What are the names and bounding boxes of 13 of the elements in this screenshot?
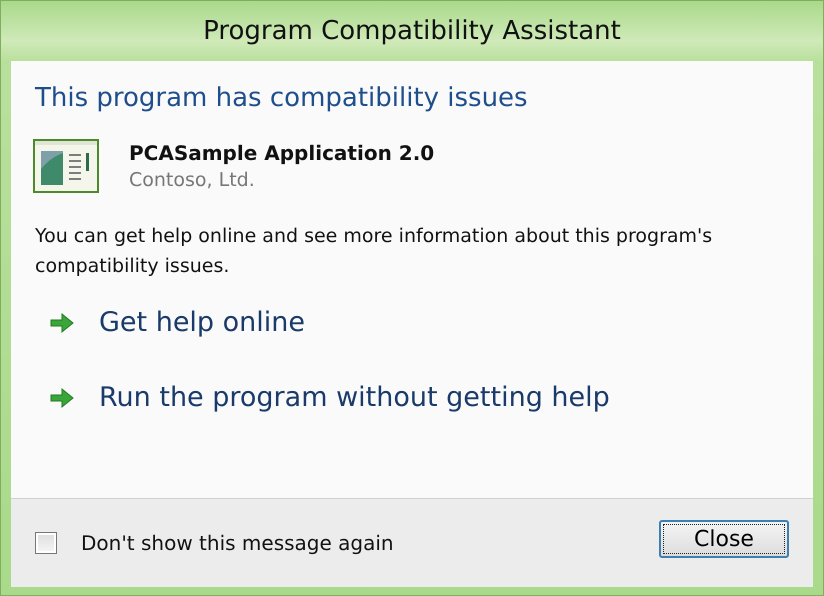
publisher-name: Contoso, Ltd.	[129, 169, 256, 191]
checkbox-label[interactable]: Don't show this message again	[81, 531, 394, 555]
arrow-icon	[49, 386, 75, 408]
arrow-icon	[49, 312, 75, 334]
command-link[interactable]: Run the program without getting help	[49, 382, 610, 413]
message-text: You can get help online and see more information about this program's compatibility issues.	[35, 224, 714, 279]
close-button[interactable]: Close	[659, 520, 789, 558]
command-link[interactable]: Get help online	[49, 307, 306, 338]
window-title: Program Compatibility Assistant	[203, 16, 621, 46]
application-window-icon	[33, 139, 99, 193]
checkbox[interactable]	[35, 532, 57, 554]
dialog-heading: This program has compatibility issues	[35, 83, 529, 113]
program-name: PCASample Application 2.0	[129, 141, 434, 165]
